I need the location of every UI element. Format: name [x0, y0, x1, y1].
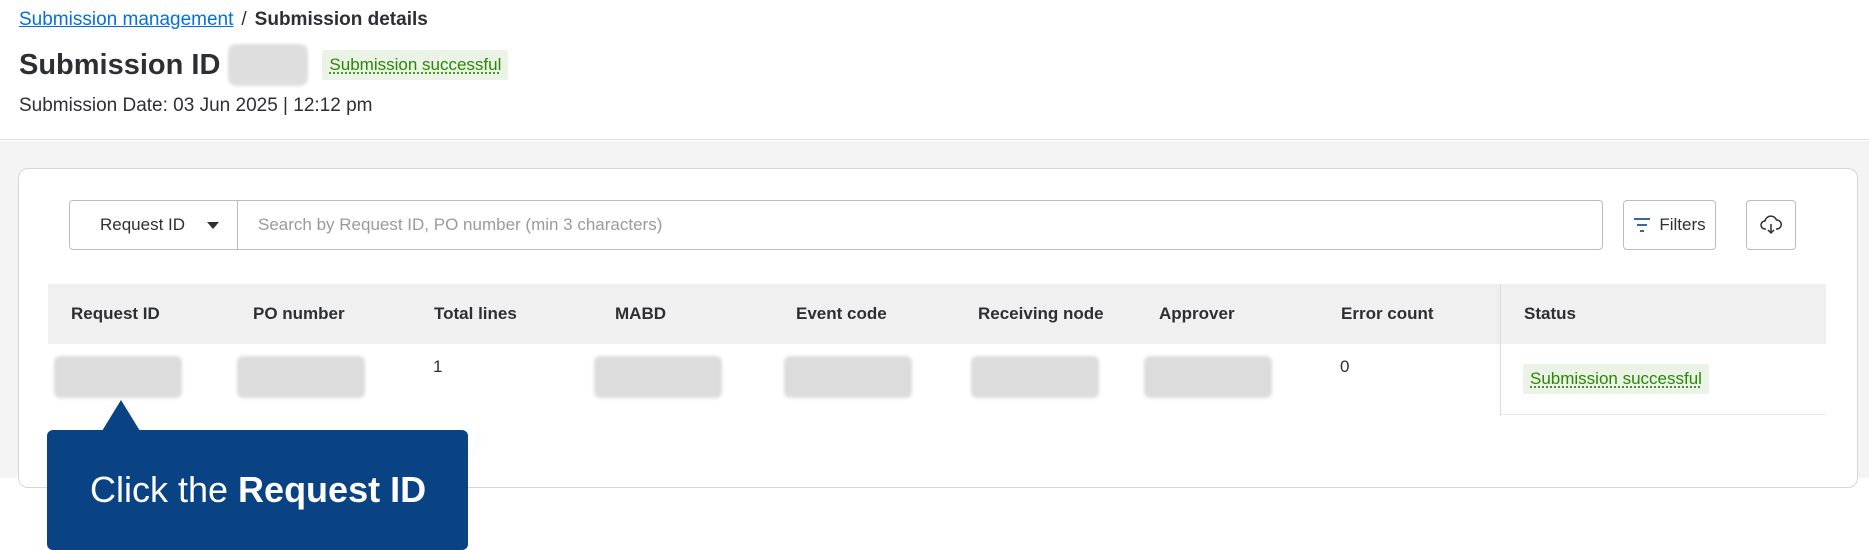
- column-header-receiving-node[interactable]: Receiving node: [978, 284, 1104, 344]
- redacted-event-code: [784, 356, 912, 398]
- search-input[interactable]: [238, 201, 1602, 249]
- error-count-value: 0: [1340, 357, 1350, 376]
- guide-tooltip: Click the Request ID: [47, 430, 468, 550]
- breadcrumb: Submission management / Submission detai…: [19, 9, 428, 31]
- filters-label: Filters: [1659, 215, 1706, 234]
- status-badge: Submission successful: [322, 50, 509, 80]
- row-status-badge: Submission successful: [1523, 364, 1709, 394]
- column-header-request-id[interactable]: Request ID: [71, 284, 160, 344]
- tooltip-arrow: [102, 400, 140, 431]
- redacted-po-number: [237, 356, 365, 398]
- filters-button[interactable]: Filters: [1623, 200, 1716, 250]
- status-column-divider: [1500, 284, 1501, 416]
- cloud-download-icon: [1760, 215, 1782, 235]
- title-row: Submission ID Submission successful: [19, 44, 509, 86]
- column-header-event-code[interactable]: Event code: [796, 284, 887, 344]
- page-header: Submission management / Submission detai…: [0, 0, 1869, 140]
- column-header-error-count[interactable]: Error count: [1341, 284, 1434, 344]
- download-button[interactable]: [1746, 200, 1796, 250]
- column-header-mabd[interactable]: MABD: [615, 284, 666, 344]
- tooltip-emphasis: Request ID: [238, 469, 427, 510]
- column-header-status[interactable]: Status: [1524, 284, 1576, 344]
- total-lines-value: 1: [433, 357, 443, 376]
- breadcrumb-separator: /: [241, 9, 247, 30]
- redacted-mabd: [594, 356, 722, 398]
- tooltip-prefix: Click the: [90, 469, 229, 510]
- breadcrumb-link-submission-management[interactable]: Submission management: [19, 9, 233, 31]
- redacted-submission-id: [228, 44, 309, 86]
- search-type-label: Request ID: [100, 215, 186, 234]
- column-header-po-number[interactable]: PO number: [253, 284, 345, 344]
- filter-lines-icon: [1634, 218, 1651, 232]
- column-header-approver[interactable]: Approver: [1159, 284, 1235, 344]
- search-bar: Request ID: [69, 200, 1603, 250]
- submission-date: Submission Date: 03 Jun 2025 | 12:12 pm: [19, 95, 373, 116]
- column-header-total-lines[interactable]: Total lines: [434, 284, 517, 344]
- page-title: Submission ID: [19, 48, 221, 81]
- redacted-request-id-link[interactable]: [54, 356, 182, 398]
- table-header: Request ID PO number Total lines MABD Ev…: [48, 284, 1826, 344]
- row-divider: [1500, 414, 1826, 415]
- redacted-approver: [1144, 356, 1272, 398]
- breadcrumb-current: Submission details: [254, 9, 428, 30]
- search-type-select[interactable]: Request ID: [70, 201, 238, 249]
- chevron-down-icon: [207, 221, 219, 229]
- redacted-receiving-node: [971, 356, 1099, 398]
